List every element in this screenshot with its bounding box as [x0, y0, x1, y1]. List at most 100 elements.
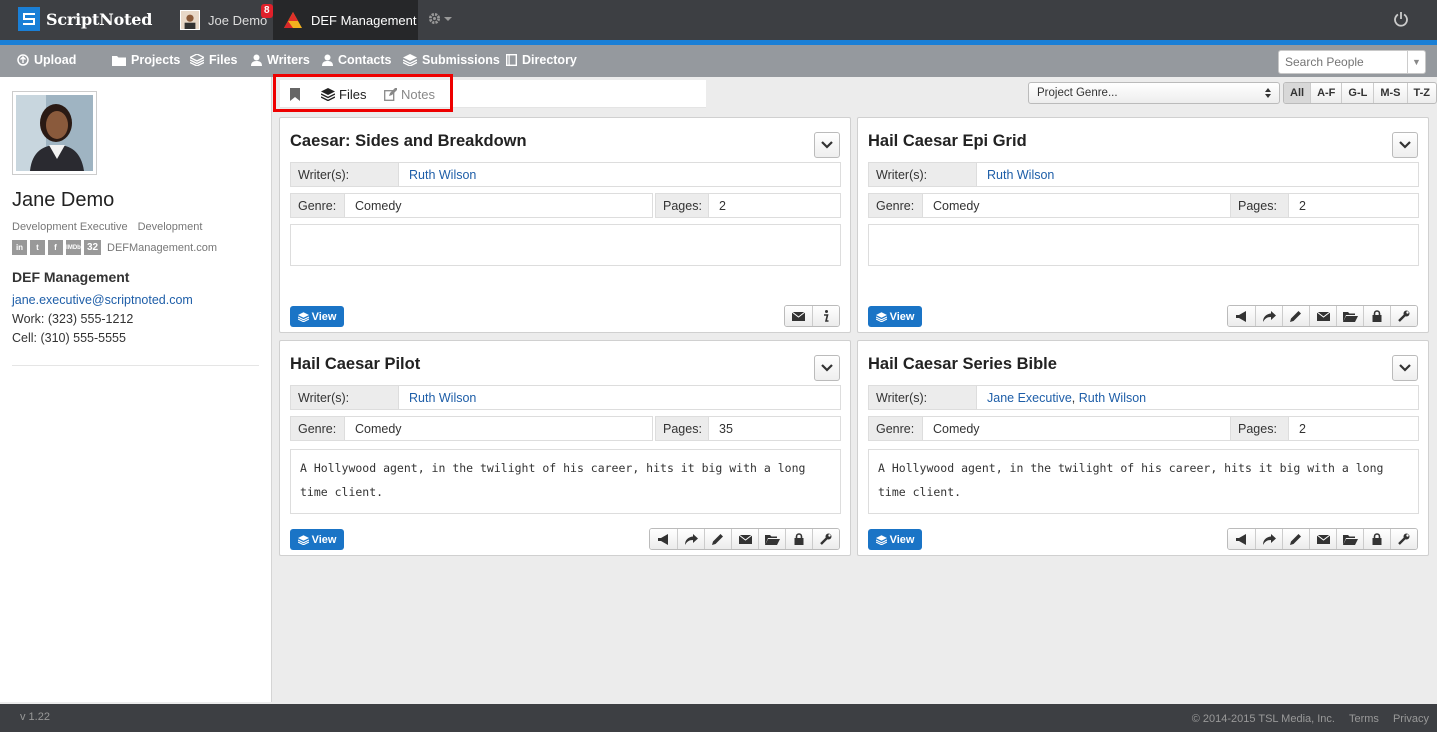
pencil-icon[interactable] — [1282, 306, 1309, 326]
filter-m-s[interactable]: M-S — [1373, 83, 1406, 103]
card-menu-button[interactable] — [1392, 355, 1418, 381]
email-icon[interactable] — [785, 306, 812, 326]
nav-submissions[interactable]: Submissions — [403, 53, 500, 67]
filter-a-f[interactable]: A-F — [1310, 83, 1341, 103]
share-arrow-icon[interactable] — [1255, 306, 1282, 326]
wrench-icon[interactable] — [1390, 529, 1417, 549]
app-logo[interactable]: ScriptNoted — [18, 7, 152, 31]
share-arrow-icon[interactable] — [1255, 529, 1282, 549]
social-links: in t f IMDb 32 DEFManagement.com — [12, 240, 217, 255]
synopsis-box: A Hollywood agent, in the twilight of hi… — [290, 449, 841, 514]
facebook-icon[interactable]: f — [48, 240, 63, 255]
folder-open-icon[interactable] — [758, 529, 785, 549]
lock-icon[interactable] — [1363, 306, 1390, 326]
info-icon[interactable] — [812, 306, 839, 326]
filter-all[interactable]: All — [1284, 83, 1311, 103]
nav-writers[interactable]: Writers — [251, 53, 310, 67]
view-button[interactable]: View — [290, 529, 344, 550]
card-actions — [784, 305, 840, 327]
writer-link[interactable]: Ruth Wilson — [977, 168, 1054, 182]
thirty-two-icon[interactable]: 32 — [84, 240, 101, 255]
pencil-icon[interactable] — [1282, 529, 1309, 549]
card-actions — [649, 528, 840, 550]
writer-link[interactable]: Ruth Wilson — [1079, 391, 1146, 405]
highlight-box — [273, 74, 453, 112]
nav-upload[interactable]: Upload — [17, 53, 76, 67]
top-bar: ScriptNoted Joe Demo 8 DEF Management — [0, 0, 1437, 45]
filter-g-l[interactable]: G-L — [1341, 83, 1373, 103]
profile-email[interactable]: jane.executive@scriptnoted.com — [12, 293, 193, 307]
genre-label: Genre: — [869, 417, 923, 440]
card-menu-button[interactable] — [814, 355, 840, 381]
scriptnoted-logo-icon — [18, 7, 40, 31]
card-menu-button[interactable] — [1392, 132, 1418, 158]
linkedin-icon[interactable]: in — [12, 240, 27, 255]
megaphone-icon[interactable] — [650, 529, 677, 549]
layers-icon — [875, 311, 887, 322]
notification-badge[interactable]: 8 — [261, 4, 273, 18]
share-arrow-icon[interactable] — [677, 529, 704, 549]
chevron-down-icon — [1399, 141, 1411, 149]
card-title[interactable]: Caesar: Sides and Breakdown — [290, 132, 527, 151]
writer-link[interactable]: Ruth Wilson — [399, 391, 476, 405]
twitter-icon[interactable]: t — [30, 240, 45, 255]
view-button[interactable]: View — [868, 529, 922, 550]
folder-open-icon[interactable] — [1336, 306, 1363, 326]
view-button[interactable]: View — [868, 306, 922, 327]
pencil-icon[interactable] — [704, 529, 731, 549]
writer-link[interactable]: Ruth Wilson — [399, 168, 476, 182]
search-dropdown-icon[interactable]: ▼ — [1407, 51, 1425, 73]
search-people-input[interactable] — [1279, 51, 1407, 73]
megaphone-icon[interactable] — [1228, 306, 1255, 326]
power-icon[interactable] — [1393, 11, 1409, 27]
wrench-icon[interactable] — [1390, 306, 1417, 326]
writers-row: Writer(s): Jane Executive, Ruth Wilson — [868, 385, 1419, 410]
company-name: DEF Management — [311, 12, 417, 28]
card-title[interactable]: Hail Caesar Series Bible — [868, 355, 1057, 374]
pages-value: 2 — [719, 198, 726, 213]
view-button[interactable]: View — [290, 306, 344, 327]
nav-contacts[interactable]: Contacts — [322, 53, 391, 67]
card-title[interactable]: Hail Caesar Pilot — [290, 355, 420, 374]
genre-label: Genre: — [869, 194, 923, 217]
card-title[interactable]: Hail Caesar Epi Grid — [868, 132, 1027, 151]
user-menu[interactable]: Joe Demo — [180, 0, 267, 40]
chevron-down-icon — [821, 364, 833, 372]
writers-label: Writer(s): — [291, 163, 399, 186]
layers-icon — [297, 311, 309, 322]
contact-icon — [322, 54, 333, 66]
nav-projects[interactable]: Projects — [112, 53, 180, 67]
pages-row: Pages: 2 — [655, 193, 841, 218]
megaphone-icon[interactable] — [1228, 529, 1255, 549]
caret-down-icon — [444, 16, 452, 21]
lock-icon[interactable] — [785, 529, 812, 549]
terms-link[interactable]: Terms — [1349, 713, 1379, 725]
email-icon[interactable] — [1309, 306, 1336, 326]
user-name: Joe Demo — [208, 12, 268, 28]
pages-label: Pages: — [1231, 417, 1289, 440]
folder-open-icon[interactable] — [1336, 529, 1363, 549]
settings-menu[interactable] — [428, 12, 452, 25]
genre-row: Genre: Comedy — [290, 193, 653, 218]
lock-icon[interactable] — [1363, 529, 1390, 549]
privacy-link[interactable]: Privacy — [1393, 713, 1429, 725]
nav-directory[interactable]: Directory — [506, 53, 577, 67]
wrench-icon[interactable] — [812, 529, 839, 549]
profile-website[interactable]: DEFManagement.com — [107, 242, 217, 254]
writer-link[interactable]: Jane Executive — [987, 391, 1072, 405]
folder-icon — [112, 55, 126, 66]
card-menu-button[interactable] — [814, 132, 840, 158]
synopsis-box — [868, 224, 1419, 266]
imdb-icon[interactable]: IMDb — [66, 240, 81, 255]
nav-writers-label: Writers — [267, 53, 310, 67]
company-tab[interactable]: DEF Management — [273, 0, 418, 40]
genre-row: Genre: Comedy — [868, 416, 1231, 441]
letter-filter: All A-F G-L M-S T-Z — [1283, 82, 1437, 104]
email-icon[interactable] — [1309, 529, 1336, 549]
file-card: Hail Caesar Pilot Writer(s): Ruth Wilson… — [279, 340, 851, 556]
filter-t-z[interactable]: T-Z — [1406, 83, 1436, 103]
genre-select[interactable]: Project Genre... — [1028, 82, 1280, 104]
nav-files[interactable]: Files — [190, 53, 238, 67]
email-icon[interactable] — [731, 529, 758, 549]
nav-contacts-label: Contacts — [338, 53, 392, 67]
